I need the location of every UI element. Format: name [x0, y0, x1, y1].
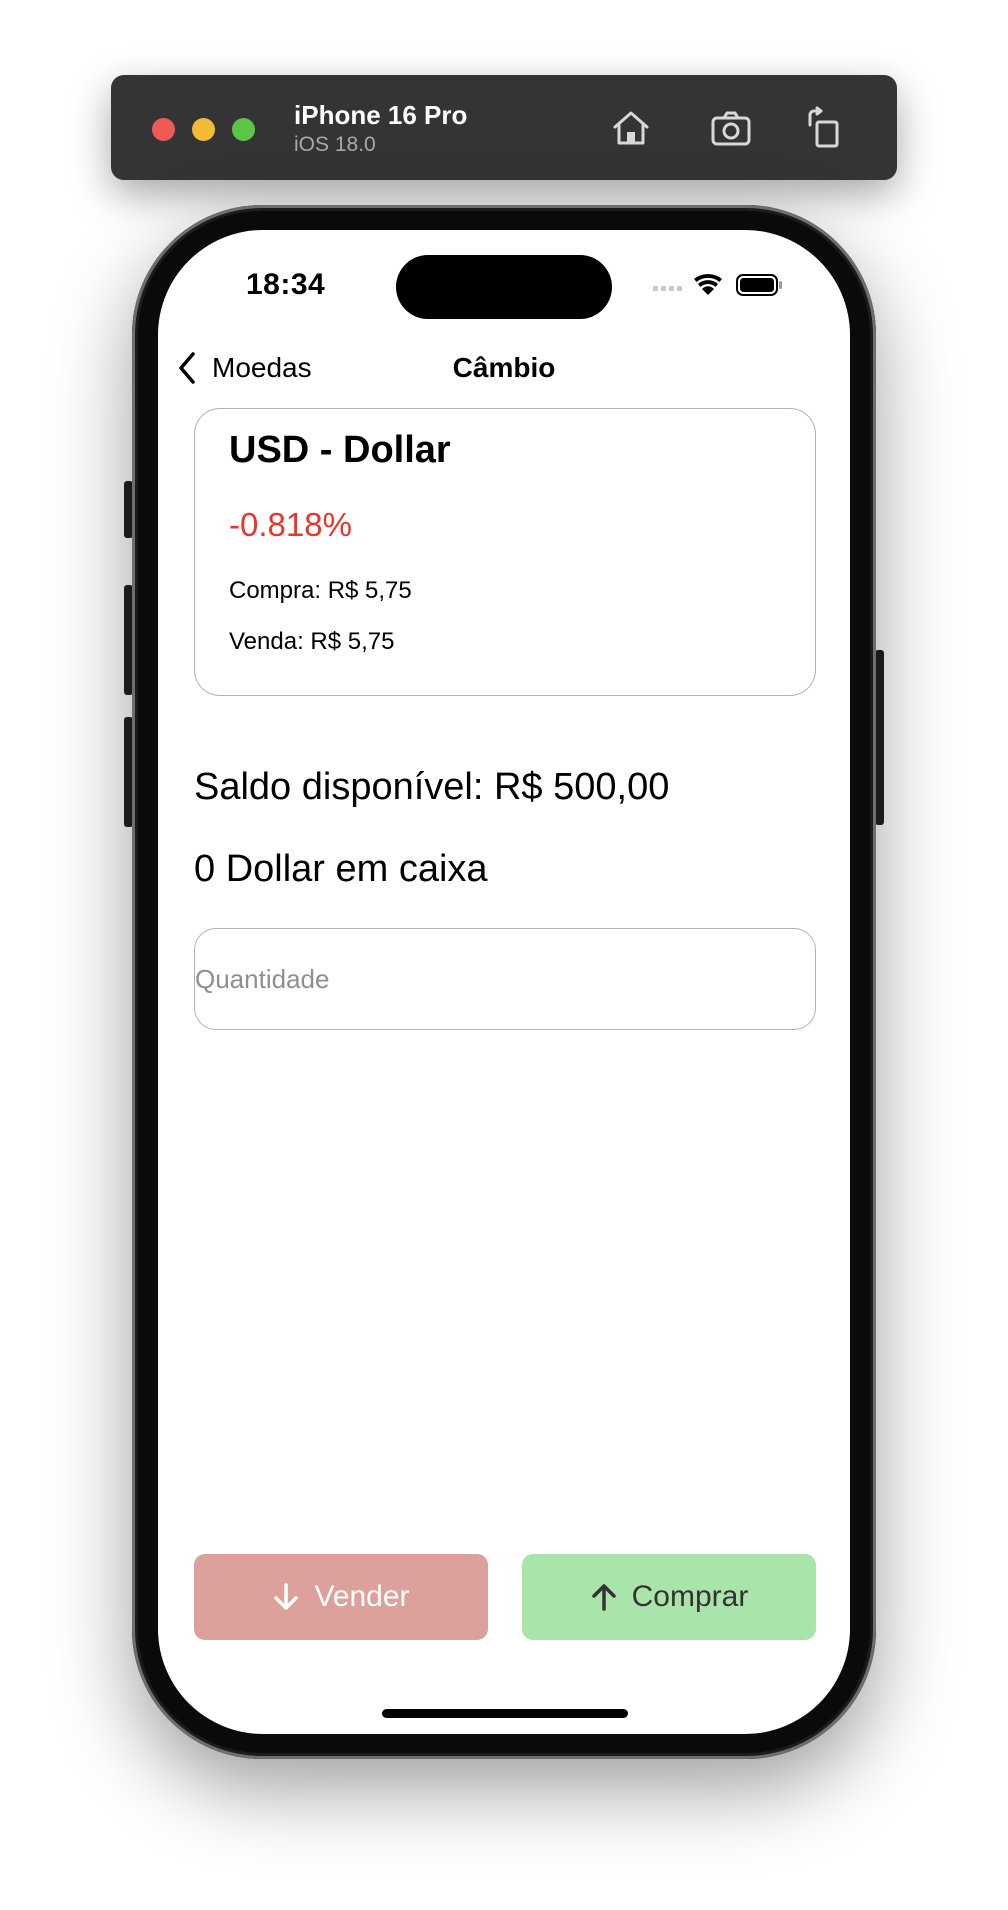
buy-rate: Compra: R$ 5,75	[229, 577, 412, 604]
minimize-window-button[interactable]	[192, 118, 215, 141]
currency-change: -0.818%	[229, 506, 352, 543]
cellular-icon	[653, 286, 682, 291]
app-screen: 18:34 Moedas Câmbio USD - Dollar -0.818%…	[158, 230, 850, 1734]
chevron-left-icon	[179, 352, 195, 384]
home-indicator	[382, 1709, 628, 1718]
sell-rate: Venda: R$ 5,75	[229, 628, 395, 655]
rotate-icon[interactable]	[802, 105, 848, 151]
back-button[interactable]: Moedas	[176, 348, 312, 388]
back-button-label: Moedas	[212, 352, 312, 383]
dynamic-island	[396, 255, 612, 319]
device-name: iPhone 16 Pro	[294, 100, 468, 130]
available-balance: Saldo disponível: R$ 500,00	[194, 766, 670, 808]
currency-title: USD - Dollar	[229, 429, 451, 471]
sell-button-label: Vender	[314, 1580, 410, 1613]
status-time: 18:34	[246, 268, 326, 301]
sell-button[interactable]: Vender	[194, 1554, 488, 1640]
screenshot-icon[interactable]	[708, 105, 754, 151]
status-icons	[653, 270, 793, 300]
arrow-up-icon	[591, 1584, 616, 1611]
buy-button[interactable]: Comprar	[522, 1554, 816, 1640]
currency-card: USD - Dollar -0.818% Compra: R$ 5,75 Ven…	[194, 408, 816, 696]
close-window-button[interactable]	[152, 118, 175, 141]
home-icon[interactable]	[608, 105, 654, 151]
arrow-down-icon	[274, 1583, 299, 1610]
battery-icon	[736, 274, 782, 296]
quantity-input[interactable]	[194, 928, 816, 1030]
zoom-window-button[interactable]	[232, 118, 255, 141]
power-button	[875, 650, 884, 825]
simulator-toolbar: iPhone 16 Pro iOS 18.0	[111, 75, 897, 180]
os-version: iOS 18.0	[294, 133, 376, 156]
currency-holdings: 0 Dollar em caixa	[194, 848, 488, 890]
wifi-icon	[694, 273, 722, 295]
buy-button-label: Comprar	[631, 1580, 749, 1613]
